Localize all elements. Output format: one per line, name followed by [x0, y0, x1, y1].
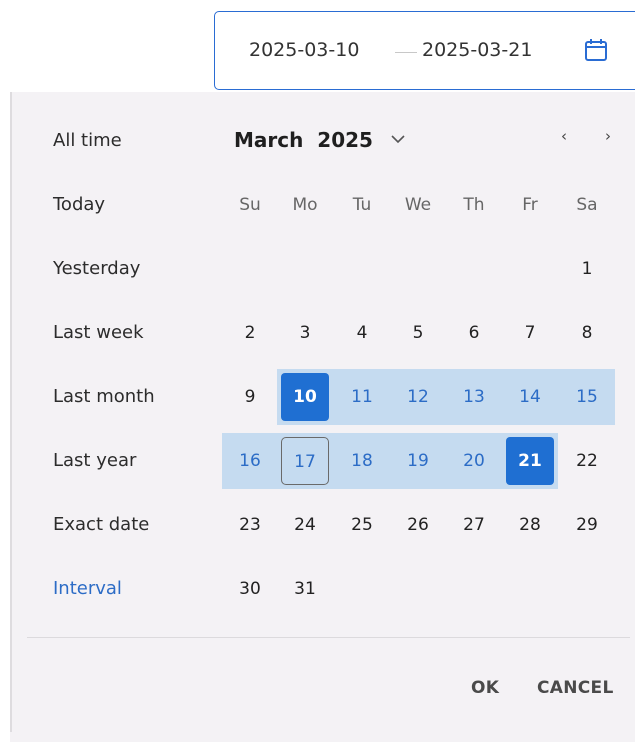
- next-month-button[interactable]: ›: [598, 126, 618, 146]
- day-2[interactable]: 2: [226, 309, 274, 357]
- day-14[interactable]: 14: [506, 373, 554, 421]
- day-31[interactable]: 31: [281, 565, 329, 613]
- weekday-tu: Tu: [352, 195, 372, 215]
- weekday-th: Th: [463, 195, 485, 215]
- weekday-sa: Sa: [576, 195, 598, 215]
- preset-today[interactable]: Today: [53, 194, 105, 215]
- weekday-we: We: [404, 195, 432, 215]
- range-end-value[interactable]: 2025-03-21: [422, 39, 532, 61]
- day-3[interactable]: 3: [281, 309, 329, 357]
- prev-month-button[interactable]: ‹: [554, 126, 574, 146]
- day-13[interactable]: 13: [450, 373, 498, 421]
- preset-yesterday[interactable]: Yesterday: [53, 258, 140, 279]
- chevron-down-icon[interactable]: [390, 134, 406, 144]
- footer-divider: [27, 637, 630, 638]
- range-start-value[interactable]: 2025-03-10: [249, 39, 359, 61]
- calendar-icon[interactable]: [583, 37, 609, 63]
- day-15[interactable]: 15: [563, 373, 611, 421]
- preset-last-week[interactable]: Last week: [53, 322, 144, 343]
- day-23[interactable]: 23: [226, 501, 274, 549]
- day-11[interactable]: 11: [338, 373, 386, 421]
- day-28[interactable]: 28: [506, 501, 554, 549]
- day-22[interactable]: 22: [563, 437, 611, 485]
- day-26[interactable]: 26: [394, 501, 442, 549]
- day-12[interactable]: 12: [394, 373, 442, 421]
- day-24[interactable]: 24: [281, 501, 329, 549]
- preset-last-year[interactable]: Last year: [53, 450, 136, 471]
- preset-interval[interactable]: Interval: [53, 578, 122, 599]
- day-7[interactable]: 7: [506, 309, 554, 357]
- month-label: March: [234, 128, 304, 152]
- day-25[interactable]: 25: [338, 501, 386, 549]
- day-6[interactable]: 6: [450, 309, 498, 357]
- weekday-mo: Mo: [292, 195, 318, 215]
- preset-exact-date[interactable]: Exact date: [53, 514, 149, 535]
- month-year-selector[interactable]: March 2025: [234, 128, 373, 152]
- day-17[interactable]: 17: [281, 437, 329, 485]
- day-18[interactable]: 18: [338, 437, 386, 485]
- day-10[interactable]: 10: [281, 373, 329, 421]
- weekday-su: Su: [239, 195, 261, 215]
- cancel-button[interactable]: CANCEL: [537, 678, 614, 698]
- day-1[interactable]: 1: [563, 245, 611, 293]
- day-5[interactable]: 5: [394, 309, 442, 357]
- preset-last-month[interactable]: Last month: [53, 386, 155, 407]
- year-label: 2025: [317, 128, 373, 152]
- day-30[interactable]: 30: [226, 565, 274, 613]
- preset-all-time[interactable]: All time: [53, 130, 122, 151]
- range-separator: [395, 52, 417, 53]
- ok-button[interactable]: OK: [471, 678, 499, 698]
- day-19[interactable]: 19: [394, 437, 442, 485]
- day-27[interactable]: 27: [450, 501, 498, 549]
- day-4[interactable]: 4: [338, 309, 386, 357]
- day-16[interactable]: 16: [226, 437, 274, 485]
- day-21[interactable]: 21: [506, 437, 554, 485]
- day-20[interactable]: 20: [450, 437, 498, 485]
- day-9[interactable]: 9: [226, 373, 274, 421]
- day-8[interactable]: 8: [563, 309, 611, 357]
- day-29[interactable]: 29: [563, 501, 611, 549]
- panel-edge: [10, 92, 12, 732]
- weekday-fr: Fr: [522, 195, 538, 215]
